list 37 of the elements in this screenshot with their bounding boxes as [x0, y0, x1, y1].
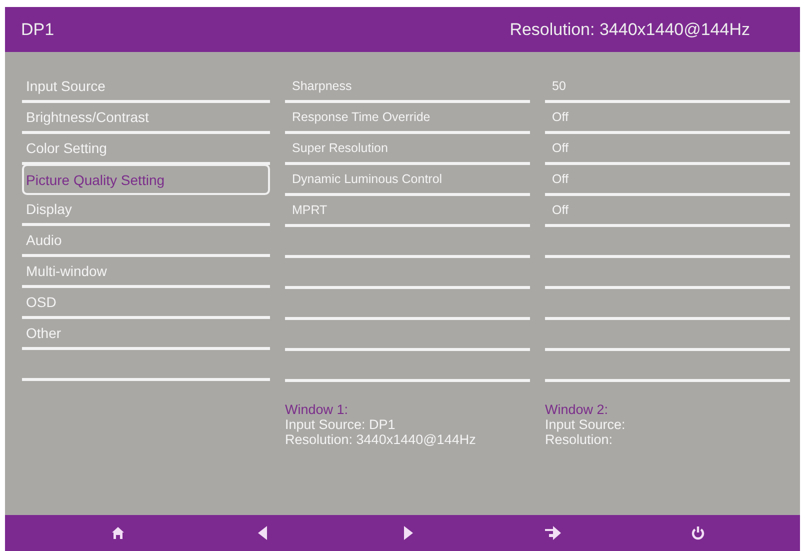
setting-value: Off — [551, 172, 568, 186]
window-title: Window 1: — [285, 402, 350, 417]
home-button[interactable] — [110, 526, 124, 540]
left-button[interactable] — [258, 526, 268, 540]
menu-item[interactable]: Audio — [26, 232, 62, 248]
setting-value: Off — [551, 110, 568, 124]
setting-name[interactable]: MPRT — [289, 203, 328, 217]
setting-name[interactable]: Super Resolution — [289, 141, 388, 155]
menu-item[interactable]: Multi-window — [26, 263, 107, 279]
menu-item[interactable]: Color Setting — [26, 140, 107, 156]
resolution-title: Resolution: 3440x1440@144Hz — [510, 20, 750, 40]
menu-item[interactable]: Other — [26, 325, 62, 341]
menu-item[interactable]: Input Source — [26, 78, 106, 94]
home-icon — [110, 526, 124, 540]
setting-name[interactable]: Response Time Override — [289, 110, 430, 124]
window-info-line: Resolution: — [545, 432, 614, 447]
window-info-line: Resolution: 3440x1440@144Hz — [285, 432, 477, 447]
selected-menu-item[interactable]: Picture Quality Setting — [22, 164, 270, 195]
right-button[interactable] — [402, 526, 412, 540]
setting-name[interactable]: Dynamic Luminous Control — [289, 172, 442, 186]
setting-value: Off — [551, 203, 568, 217]
power-icon — [690, 526, 704, 540]
left-triangle-icon — [258, 526, 268, 540]
enter-button[interactable] — [544, 526, 560, 540]
setting-value: Off — [551, 141, 568, 155]
window-info-line: Input Source: DP1 — [285, 417, 396, 432]
input-source-title: DP1 — [21, 20, 54, 40]
right-triangle-icon — [402, 526, 412, 540]
menu-item[interactable]: OSD — [26, 294, 56, 310]
setting-name[interactable]: Sharpness — [289, 79, 352, 93]
enter-arrow-icon — [544, 526, 560, 540]
setting-value: 50 — [551, 79, 566, 93]
window-title: Window 2: — [545, 402, 610, 417]
menu-item[interactable]: Brightness/Contrast — [26, 109, 149, 125]
power-button[interactable] — [690, 526, 704, 540]
window-info-line: Input Source: — [545, 417, 626, 432]
menu-item[interactable]: Display — [26, 201, 72, 217]
